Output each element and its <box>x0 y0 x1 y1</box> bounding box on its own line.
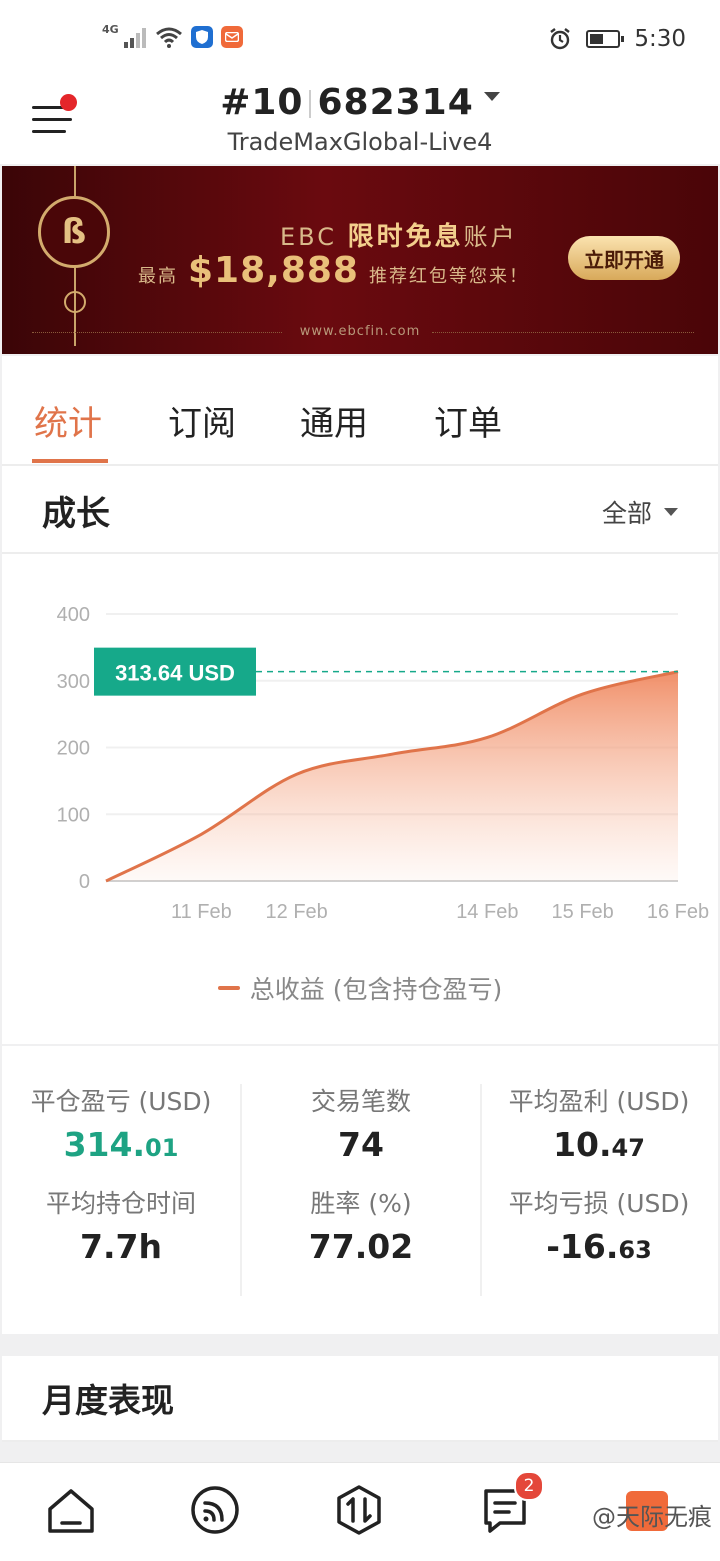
stats-column: 平仓盈亏 (USD) 314.01 平均持仓时间 7.7h <box>2 1084 240 1296</box>
growth-title: 成长 <box>42 494 110 534</box>
stat-value-win-rate: 77.02 <box>242 1222 480 1272</box>
x-tick-label: 14 Feb <box>456 901 518 923</box>
x-tick-label: 11 Feb <box>171 901 232 923</box>
growth-header: 成长 全部 <box>2 466 718 554</box>
stat-dec: 01 <box>145 1134 179 1162</box>
status-bar: 4G 5:30 <box>0 0 720 80</box>
chevron-down-icon <box>483 91 500 101</box>
growth-chart: 0 100 200 300 400 11 Feb 12 Feb 14 Feb 15 Feb 16 … <box>57 604 710 923</box>
stat-int: 74 <box>338 1125 384 1164</box>
banner-subline: 最高 $18,888 推荐红包等您来！ <box>138 250 529 291</box>
y-tick-label: 0 <box>79 871 90 893</box>
period-filter[interactable]: 全部 <box>602 494 678 530</box>
stat-int: 10. <box>553 1125 612 1164</box>
series-area <box>106 671 678 881</box>
status-left: 4G <box>102 22 243 48</box>
stat-label: 平均盈利 (USD) <box>508 1087 690 1116</box>
nav-messages[interactable]: 2 <box>478 1471 544 1537</box>
banner-amount: $18,888 <box>188 250 359 291</box>
account-number: 682314 <box>317 82 474 123</box>
mail-app-icon <box>220 26 243 48</box>
nav-home[interactable] <box>44 1483 98 1537</box>
y-tick-label: 100 <box>57 804 90 826</box>
stat-label: 胜率 (%) <box>310 1189 412 1218</box>
current-value-label: 313.64 USD <box>115 661 235 686</box>
period-filter-label: 全部 <box>601 499 652 528</box>
y-tick-label: 200 <box>57 738 90 760</box>
signal-icon <box>123 28 146 48</box>
stat-int: 77.02 <box>308 1227 414 1266</box>
growth-chart-card: 0 100 200 300 400 11 Feb 12 Feb 14 Feb 15 Feb 16 … <box>2 554 718 1044</box>
monthly-title: 月度表现 <box>42 1381 174 1420</box>
stats-column: 交易笔数 74 胜率 (%) 77.02 <box>240 1084 482 1296</box>
monthly-performance-header: 月度表现 <box>2 1356 718 1442</box>
stat-label: 平均持仓时间 <box>45 1189 196 1218</box>
app-header: #10 682314 TradeMaxGlobal-Live4 <box>0 80 720 164</box>
banner-sub-suffix: 推荐红包等您来！ <box>368 266 529 287</box>
account-selector[interactable]: #10 682314 <box>0 82 720 123</box>
banner-url: www.ebcfin.com <box>299 324 421 339</box>
tab-subscribe[interactable]: 订阅 <box>168 396 236 445</box>
stat-label: 交易笔数 <box>310 1087 411 1116</box>
clock: 5:30 <box>634 26 686 52</box>
account-prefix: #10 <box>220 82 304 123</box>
stats-column: 平均盈利 (USD) 10.47 平均亏损 (USD) -16.63 <box>480 1084 718 1296</box>
tab-general[interactable]: 通用 <box>300 396 368 445</box>
stat-int: -16. <box>546 1227 619 1266</box>
messages-badge: 2 <box>514 1471 544 1501</box>
chevron-down-icon <box>664 508 678 516</box>
server-name: TradeMaxGlobal-Live4 <box>227 128 493 156</box>
ebc-logo-icon: ß <box>38 196 110 268</box>
legend-swatch <box>217 986 240 990</box>
stat-label: 平均亏损 (USD) <box>508 1189 690 1218</box>
stat-dec: 63 <box>618 1236 652 1264</box>
wifi-icon <box>155 27 182 48</box>
stat-int: 7.7h <box>80 1227 162 1266</box>
knot-icon <box>64 291 86 313</box>
banner-headline-main: 限时免息 <box>347 222 464 252</box>
tab-stats[interactable]: 统计 <box>34 396 102 445</box>
x-tick-label: 16 Feb <box>647 901 709 923</box>
stat-value-closed-pnl: 314.01 <box>2 1120 240 1170</box>
stat-value-avg-hold-time: 7.7h <box>2 1222 240 1272</box>
shield-app-icon <box>190 26 213 48</box>
y-tick-label: 400 <box>57 604 90 626</box>
y-tick-label: 300 <box>57 671 90 693</box>
stat-value-avg-loss: -16.63 <box>480 1222 718 1272</box>
legend-label: 总收益 (包含持仓盈亏) <box>249 975 503 1004</box>
banner-sub-prefix: 最高 <box>138 266 178 287</box>
tab-orders[interactable]: 订单 <box>434 396 502 445</box>
status-right: 5:30 <box>548 26 686 52</box>
banner-brand: EBC <box>280 223 337 251</box>
stat-dec: 47 <box>611 1134 645 1162</box>
banner-headline: EBC 限时免息账户 <box>280 216 518 253</box>
feed-icon <box>191 1486 239 1534</box>
watermark-text: @天际无痕 <box>592 1503 712 1531</box>
stat-int: 314. <box>63 1125 145 1164</box>
network-type: 4G <box>102 22 119 36</box>
stat-value-avg-profit: 10.47 <box>480 1120 718 1170</box>
banner-cta-button[interactable]: 立即开通 <box>568 236 680 280</box>
chart-legend: 总收益 (包含持仓盈亏) <box>2 970 718 1006</box>
active-tab-indicator <box>32 459 108 463</box>
x-tick-label: 15 Feb <box>552 901 614 923</box>
account-separator <box>309 90 312 118</box>
battery-icon <box>586 30 625 48</box>
stat-value-trades: 74 <box>242 1120 480 1170</box>
x-tick-label: 12 Feb <box>266 901 328 923</box>
stats-panel: 平仓盈亏 (USD) 314.01 平均持仓时间 7.7h 交易笔数 74 胜率… <box>2 1046 718 1334</box>
bottom-nav: 2 @天际无痕 <box>0 1462 720 1561</box>
battery-fill <box>590 34 604 44</box>
stat-label: 平仓盈亏 (USD) <box>30 1087 212 1116</box>
alarm-icon <box>550 28 571 50</box>
home-icon <box>48 1489 94 1533</box>
nav-trade[interactable] <box>332 1483 386 1537</box>
promo-banner[interactable]: ß EBC 限时免息账户 最高 $18,888 推荐红包等您来！ 立即开通 ww… <box>2 166 718 354</box>
trade-icon <box>337 1485 381 1535</box>
nav-feed[interactable] <box>188 1483 242 1537</box>
banner-headline-suffix: 账户 <box>463 223 518 251</box>
tab-bar: 统计 订阅 通用 订单 <box>2 356 718 466</box>
